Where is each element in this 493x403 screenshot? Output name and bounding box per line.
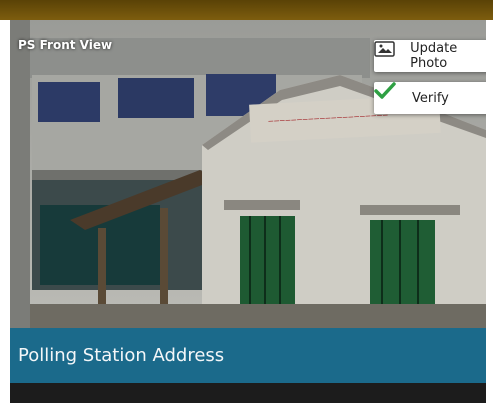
update-photo-button[interactable]: Update Photo [374,40,486,72]
bottom-edge [10,383,486,403]
verify-button[interactable]: Verify [374,82,486,114]
checkmark-icon [374,82,404,107]
photo-label: PS Front View [18,38,113,52]
image-icon [374,41,402,65]
address-title: Polling Station Address [18,345,225,366]
verify-label: Verify [412,90,449,106]
top-app-bar-edge [0,0,493,20]
polling-station-address-bar[interactable]: Polling Station Address [10,328,486,383]
polling-station-photo[interactable]: ‒‒‒‒‒‒‒‒‒‒‒‒‒‒‒‒‒‒‒‒‒ PS Front View Upda… [10,20,486,328]
update-photo-label: Update Photo [410,41,458,71]
